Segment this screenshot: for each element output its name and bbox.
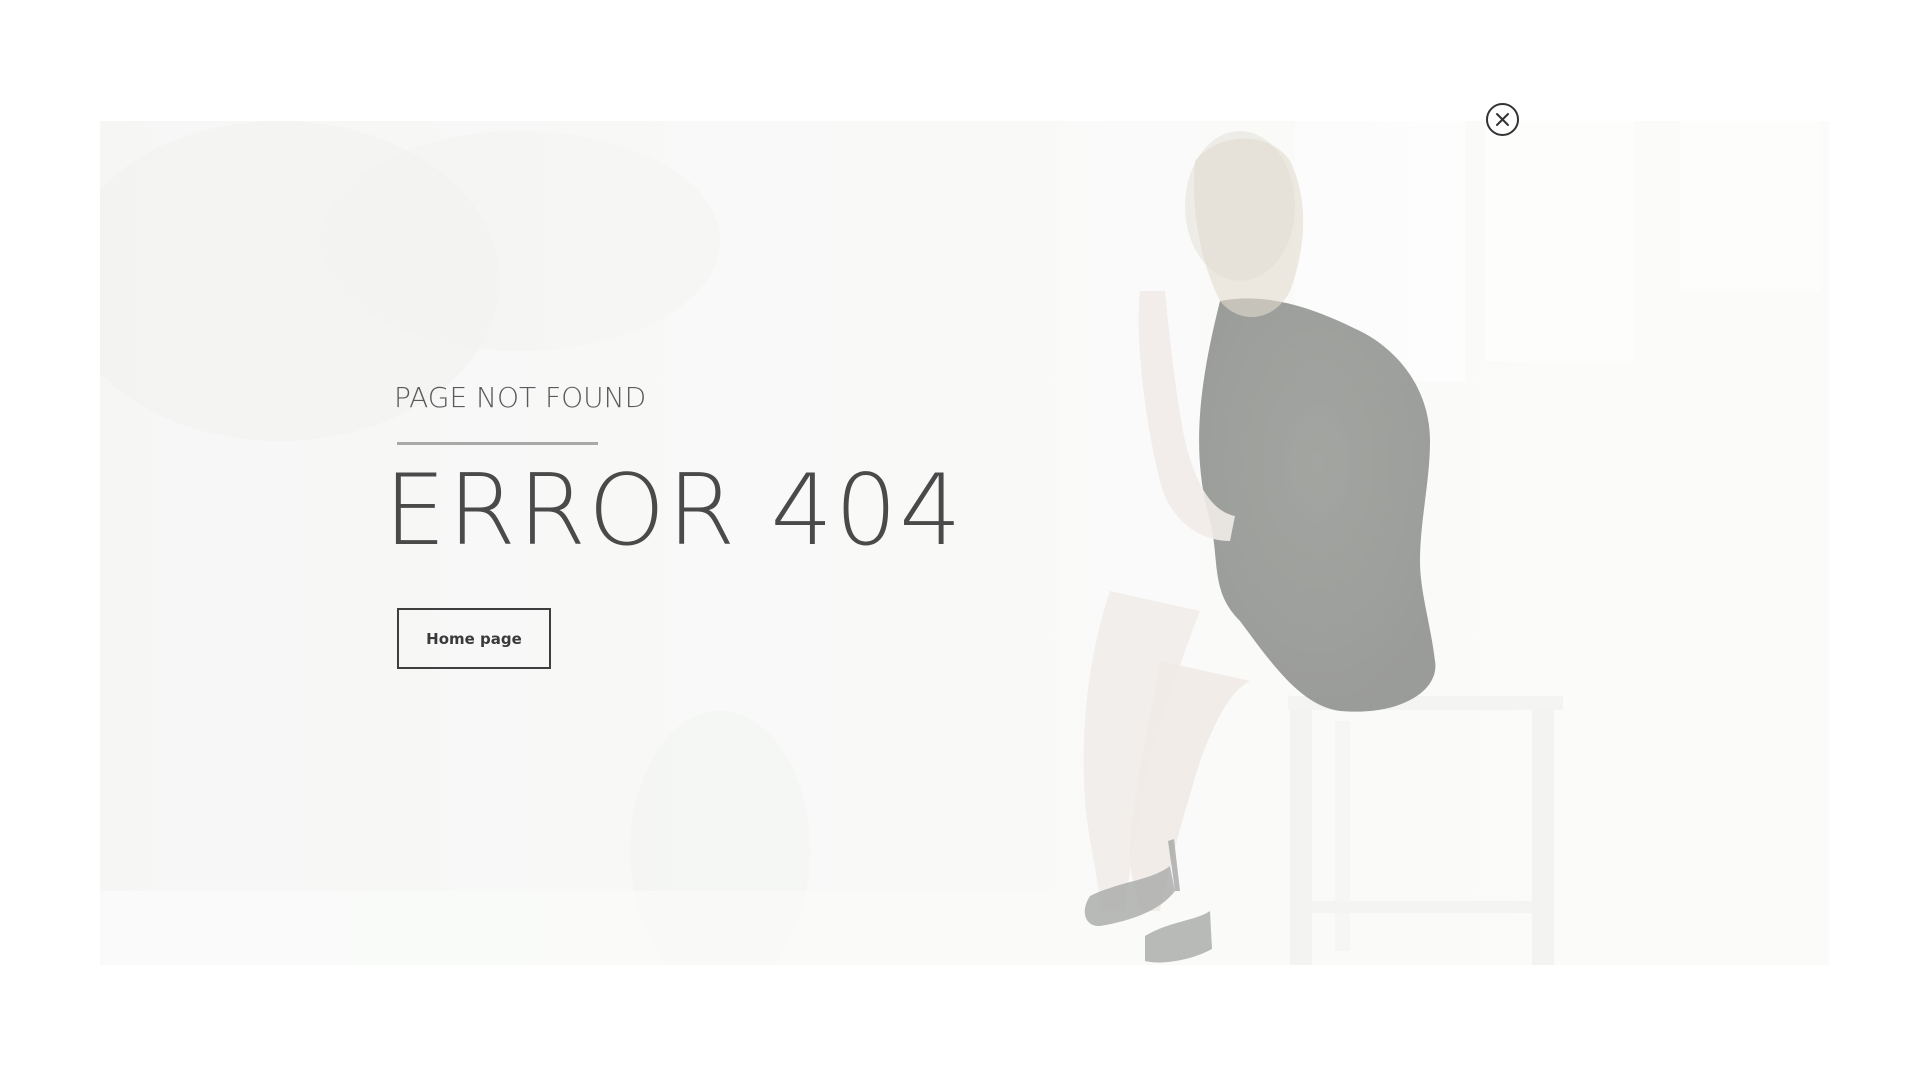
error-title: ERROR 404: [384, 454, 964, 568]
close-button[interactable]: [1486, 103, 1519, 136]
title-divider: [397, 442, 598, 445]
hero-background: [100, 121, 1829, 965]
error-page: PAGE NOT FOUND ERROR 404 Home page: [0, 0, 1920, 1080]
home-page-button[interactable]: Home page: [397, 608, 551, 669]
hero-photo: [100, 121, 1829, 965]
close-icon: [1496, 113, 1509, 126]
page-not-found-label: PAGE NOT FOUND: [394, 381, 647, 414]
